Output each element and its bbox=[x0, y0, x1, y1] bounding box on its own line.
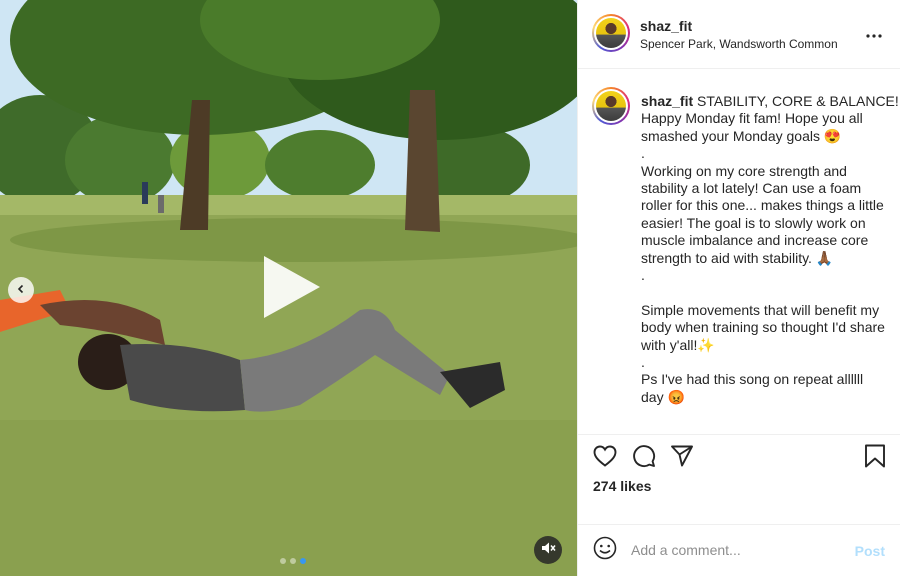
caption-line: smashed your Monday goals 😍 bbox=[641, 127, 842, 144]
emoji-icon bbox=[593, 536, 617, 565]
previous-slide-button[interactable] bbox=[8, 277, 34, 303]
comment-form: Post bbox=[578, 525, 900, 576]
carousel-dot-active bbox=[300, 558, 306, 564]
caption-username-link[interactable]: shaz_fit bbox=[641, 93, 693, 109]
emoji-button[interactable] bbox=[592, 536, 618, 565]
caption-section: shaz_fit STABILITY, CORE & BALANCE! Happ… bbox=[578, 69, 900, 435]
post-media[interactable] bbox=[0, 0, 577, 576]
caption-line: Simple movements that will benefit my bbox=[641, 301, 880, 318]
avatar[interactable] bbox=[592, 14, 630, 52]
caption-line: roller for this one... makes things a li… bbox=[641, 197, 884, 214]
share-button[interactable] bbox=[669, 445, 695, 471]
mute-toggle-button[interactable] bbox=[534, 536, 562, 564]
chevron-left-icon bbox=[16, 281, 26, 299]
caption-line: . bbox=[641, 354, 645, 371]
post-side-panel: shaz_fit Spencer Park, Wandsworth Common… bbox=[577, 0, 900, 576]
more-options-icon bbox=[866, 25, 882, 43]
likes-count[interactable]: 274 likes bbox=[593, 478, 651, 494]
save-button[interactable] bbox=[862, 444, 888, 473]
caption-line: strength to aid with stability. 🙏🏾 bbox=[641, 249, 834, 266]
play-button[interactable] bbox=[258, 254, 324, 320]
paper-plane-icon bbox=[670, 445, 694, 472]
caption-text: shaz_fit STABILITY, CORE & BALANCE! Happ… bbox=[641, 93, 899, 406]
caption-line: easier! The goal is to slowly work on bbox=[641, 214, 866, 231]
more-options-button[interactable] bbox=[862, 22, 886, 46]
bookmark-icon bbox=[864, 444, 886, 473]
caption-line: body when training so thought I'd share bbox=[641, 319, 885, 336]
post-comment-button[interactable]: Post bbox=[855, 543, 885, 559]
carousel-dot bbox=[280, 558, 286, 564]
caption-line: . bbox=[641, 145, 645, 162]
speaker-muted-icon bbox=[540, 540, 556, 561]
play-icon bbox=[258, 256, 324, 324]
post-actions: 274 likes bbox=[578, 435, 900, 525]
caption-line: . bbox=[641, 267, 645, 284]
post-header: shaz_fit Spencer Park, Wandsworth Common bbox=[578, 0, 900, 69]
caption-line bbox=[641, 284, 891, 301]
carousel-indicator bbox=[280, 558, 306, 564]
carousel-dot bbox=[290, 558, 296, 564]
heart-icon bbox=[593, 445, 617, 472]
comment-button[interactable] bbox=[631, 444, 657, 473]
comment-input[interactable] bbox=[631, 540, 841, 560]
caption-avatar[interactable] bbox=[592, 87, 630, 125]
caption-line: stability a lot lately! Can use a foam bbox=[641, 180, 862, 197]
caption-line: Working on my core strength and bbox=[641, 162, 847, 179]
comment-icon bbox=[632, 444, 656, 473]
caption-line: muscle imbalance and increase core bbox=[641, 232, 869, 249]
username-link[interactable]: shaz_fit bbox=[640, 18, 692, 34]
caption-line: Ps I've had this song on repeat allllll bbox=[641, 371, 864, 388]
like-button[interactable] bbox=[592, 445, 618, 471]
caption-line: STABILITY, CORE & BALANCE! bbox=[697, 93, 899, 109]
location-link[interactable]: Spencer Park, Wandsworth Common bbox=[640, 37, 838, 51]
caption-line: day 😡 bbox=[641, 388, 685, 405]
caption-line: Happy Monday fit fam! Hope you all bbox=[641, 110, 863, 127]
caption-line: with y'all!✨ bbox=[641, 336, 715, 353]
